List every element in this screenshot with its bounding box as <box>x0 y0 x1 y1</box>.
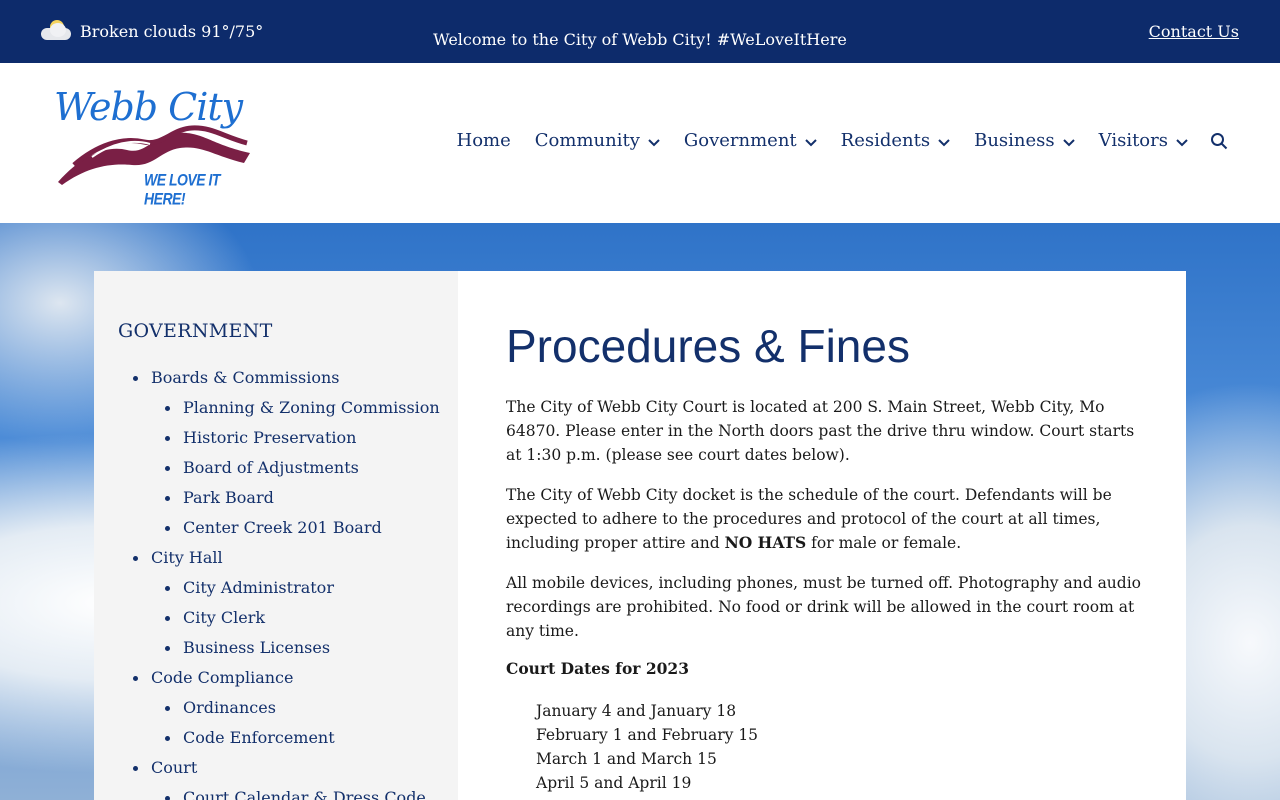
sidebar-item-court-calendar[interactable]: Court Calendar & Dress Code <box>94 786 458 800</box>
sidebar-item-board-of-adjustments[interactable]: Board of Adjustments <box>94 456 458 486</box>
nav-government[interactable]: Government <box>684 130 817 151</box>
site-logo[interactable]: Webb City WE LOVE IT HERE! <box>52 85 257 208</box>
site-header: Webb City WE LOVE IT HERE! Home Communit… <box>0 63 1280 223</box>
nav-business[interactable]: Business <box>974 130 1075 151</box>
sidebar-item-code-enforcement[interactable]: Code Enforcement <box>94 726 458 756</box>
sidebar-menu: Boards & Commissions Planning & Zoning C… <box>94 366 458 800</box>
nav-residents[interactable]: Residents <box>841 130 950 151</box>
court-date-row: March 1 and March 15 <box>536 750 717 768</box>
sidebar-item-center-creek-board[interactable]: Center Creek 201 Board <box>94 516 458 546</box>
sidebar-item-court[interactable]: Court <box>94 756 458 786</box>
court-dates-list: January 4 and January 18 February 1 and … <box>536 699 758 795</box>
main-content: Procedures & Fines The City of Webb City… <box>458 271 1186 800</box>
court-date-row: January 4 and January 18 <box>536 702 737 720</box>
sidebar-item-ordinances[interactable]: Ordinances <box>94 696 458 726</box>
docket-paragraph: The City of Webb City docket is the sche… <box>506 486 1112 552</box>
chevron-down-icon <box>938 138 950 146</box>
page-title: Procedures & Fines <box>506 320 910 372</box>
welcome-message: Welcome to the City of Webb City! #WeLov… <box>433 30 847 49</box>
sidebar-item-business-licenses[interactable]: Business Licenses <box>94 636 458 666</box>
sidebar-item-boards-commissions[interactable]: Boards & Commissions <box>94 366 458 396</box>
no-hats-emphasis: NO HATS <box>724 533 807 552</box>
search-icon[interactable] <box>1210 132 1228 150</box>
sidebar-title: GOVERNMENT <box>118 320 273 342</box>
sidebar-item-code-compliance[interactable]: Code Compliance <box>94 666 458 696</box>
sidebar-item-planning-zoning[interactable]: Planning & Zoning Commission <box>94 396 458 426</box>
nav-visitors[interactable]: Visitors <box>1099 130 1188 151</box>
court-date-row: February 1 and February 15 <box>536 726 759 744</box>
main-nav: Home Community Government Residents Busi… <box>433 130 1228 151</box>
chevron-down-icon <box>804 138 817 146</box>
devices-paragraph: All mobile devices, including phones, mu… <box>506 574 1142 640</box>
chevron-down-icon <box>1176 138 1188 146</box>
court-location-paragraph: The City of Webb City Court is located a… <box>506 398 1135 464</box>
logo-tagline: WE LOVE IT HERE! <box>144 169 220 209</box>
chevron-down-icon <box>1062 138 1075 146</box>
sidebar-item-city-clerk[interactable]: City Clerk <box>94 606 458 636</box>
nav-home[interactable]: Home <box>457 130 511 151</box>
nav-community[interactable]: Community <box>535 130 660 151</box>
top-bar: Broken clouds 91°/75° Welcome to the Cit… <box>0 0 1280 63</box>
sidebar: GOVERNMENT Boards & Commissions Planning… <box>94 271 458 800</box>
sidebar-item-city-administrator[interactable]: City Administrator <box>94 576 458 606</box>
sidebar-item-city-hall[interactable]: City Hall <box>94 546 458 576</box>
contact-us-link[interactable]: Contact Us <box>1149 22 1239 41</box>
chevron-down-icon <box>648 138 660 146</box>
court-dates-heading: Court Dates for 2023 <box>506 659 690 678</box>
sidebar-item-park-board[interactable]: Park Board <box>94 486 458 516</box>
sidebar-item-historic-preservation[interactable]: Historic Preservation <box>94 426 458 456</box>
court-date-row: April 5 and April 19 <box>536 774 692 792</box>
